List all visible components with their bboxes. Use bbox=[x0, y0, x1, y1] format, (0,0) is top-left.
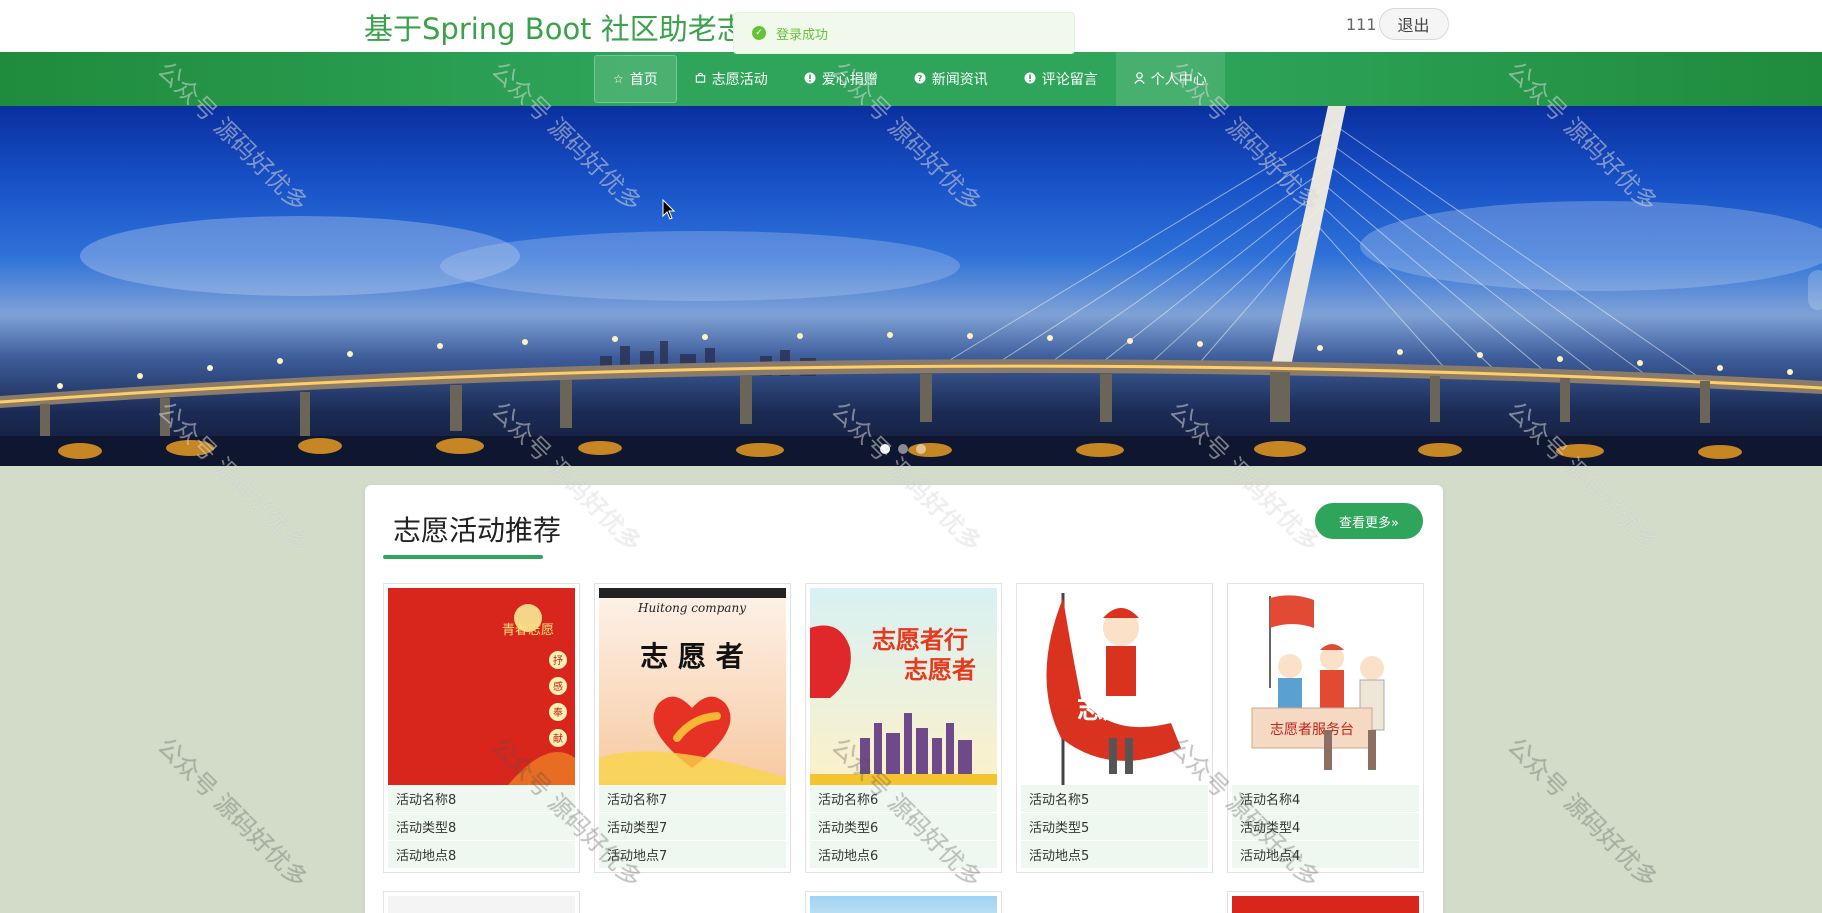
activity-grid-row2 bbox=[383, 891, 1424, 913]
view-more-button[interactable]: 查看更多» bbox=[1315, 503, 1423, 539]
username: 111 bbox=[1346, 14, 1377, 34]
poster-line2: 志愿者 bbox=[904, 656, 976, 684]
nav-item-news[interactable]: ? 新闻资讯 bbox=[896, 55, 1006, 103]
svg-text:奉: 奉 bbox=[553, 706, 563, 719]
logout-button[interactable]: 退出 bbox=[1378, 8, 1449, 40]
banner-image bbox=[0, 106, 1822, 466]
activity-type: 活动类型5 bbox=[1021, 813, 1208, 841]
user-icon bbox=[1134, 71, 1145, 87]
nav-item-comments[interactable]: 评论留言 bbox=[1006, 55, 1116, 103]
activity-poster-image bbox=[1232, 896, 1419, 913]
watermark-text: 公众号 源码好优多 bbox=[1501, 732, 1663, 894]
section-title: 志愿活动推荐 bbox=[393, 514, 562, 547]
banner-pagination bbox=[880, 444, 926, 454]
activity-poster-image: 青春志愿 抒 感 奉 献 bbox=[388, 588, 575, 785]
hero-banner[interactable] bbox=[0, 106, 1822, 466]
activity-poster-image: 志愿者 bbox=[1021, 588, 1208, 785]
poster-line1: 志愿者行 bbox=[872, 626, 968, 654]
activity-card[interactable]: 志愿者行 志愿者 活动名称6 活动类型6 活动地点6 bbox=[805, 583, 1002, 873]
activity-name: 活动名称4 bbox=[1232, 785, 1419, 813]
activity-type: 活动类型8 bbox=[388, 813, 575, 841]
nav-item-personal-center[interactable]: 个人中心 bbox=[1115, 52, 1225, 106]
activity-location: 活动地点4 bbox=[1232, 841, 1419, 869]
svg-text:?: ? bbox=[917, 74, 922, 83]
activity-grid: 青春志愿 抒 感 奉 献 活动名称8 活动类型8 活动地点8 Huitong c… bbox=[383, 583, 1424, 873]
banner-dot[interactable] bbox=[880, 444, 890, 454]
activity-name: 活动名称7 bbox=[599, 785, 786, 813]
toast-message: 登录成功 bbox=[776, 27, 829, 43]
activity-card[interactable]: 青春志愿 抒 感 奉 献 活动名称8 活动类型8 活动地点8 bbox=[383, 583, 580, 873]
activity-card[interactable] bbox=[1227, 891, 1424, 913]
activity-poster-image bbox=[810, 896, 997, 913]
nav-item-label: 爱心捐赠 bbox=[821, 72, 878, 88]
nav-item-label: 新闻资讯 bbox=[931, 72, 988, 88]
info-icon bbox=[804, 72, 816, 87]
activity-card[interactable] bbox=[594, 891, 791, 913]
question-icon: ? bbox=[914, 72, 926, 87]
activity-card[interactable]: 志愿者 活动名称5 活动类型5 活动地点5 bbox=[1016, 583, 1213, 873]
banner-side-handle[interactable] bbox=[1808, 270, 1822, 310]
activity-name: 活动名称8 bbox=[388, 785, 575, 813]
svg-text:献: 献 bbox=[553, 732, 563, 745]
svg-text:感: 感 bbox=[553, 680, 563, 693]
nav-item-label: 个人中心 bbox=[1150, 72, 1207, 88]
banner-dot[interactable] bbox=[898, 444, 908, 454]
login-success-toast: ✓ 登录成功 bbox=[733, 12, 1075, 54]
poster-company: Huitong company bbox=[637, 601, 746, 615]
activity-name: 活动名称5 bbox=[1021, 785, 1208, 813]
activity-card[interactable]: Huitong company 志 愿 者 活动名称7 活动类型7 活动地点7 bbox=[594, 583, 791, 873]
activity-poster-image: Huitong company 志 愿 者 bbox=[599, 588, 786, 785]
nav-item-home[interactable]: ☆ 首页 bbox=[594, 55, 677, 103]
activity-poster-image: 志愿者行 志愿者 bbox=[810, 588, 997, 785]
check-circle-icon: ✓ bbox=[752, 26, 766, 40]
activity-name: 活动名称6 bbox=[810, 785, 997, 813]
activity-type: 活动类型4 bbox=[1232, 813, 1419, 841]
star-icon: ☆ bbox=[613, 72, 624, 86]
activity-location: 活动地点7 bbox=[599, 841, 786, 869]
poster-desk-sign: 志愿者服务台 bbox=[1270, 722, 1354, 738]
volunteer-recommend-section: 志愿活动推荐 查看更多» 青春志愿 抒 感 奉 献 活动名称8 活动类型8 活动… bbox=[365, 485, 1443, 913]
activity-type: 活动类型7 bbox=[599, 813, 786, 841]
nav-item-label: 评论留言 bbox=[1041, 72, 1098, 88]
site-title: 基于Spring Boot 社区助老志愿 bbox=[364, 12, 775, 46]
main-navbar: ☆ 首页 志愿活动 爱心捐赠 ? 新闻资讯 评论留言 个人中心 bbox=[0, 52, 1822, 106]
nav-item-donations[interactable]: 爱心捐赠 bbox=[786, 55, 896, 103]
nav-item-label: 首页 bbox=[629, 72, 658, 88]
svg-text:抒: 抒 bbox=[553, 654, 563, 667]
banner-dot[interactable] bbox=[916, 444, 926, 454]
activity-card[interactable]: 志愿者服务台 活动名称4 活动类型4 活动地点4 bbox=[1227, 583, 1424, 873]
activity-location: 活动地点5 bbox=[1021, 841, 1208, 869]
activity-location: 活动地点6 bbox=[810, 841, 997, 869]
activity-card[interactable] bbox=[383, 891, 580, 913]
poster-badge-text: 青春志愿 bbox=[502, 623, 554, 638]
activity-poster-image: 志愿者服务台 bbox=[1232, 588, 1419, 785]
watermark-text: 公众号 源码好优多 bbox=[151, 732, 313, 894]
poster-title: 志愿者 bbox=[1077, 695, 1155, 725]
poster-title: 志 愿 者 bbox=[640, 640, 744, 673]
info-icon bbox=[1024, 72, 1036, 87]
user-area: 111 退出 bbox=[1346, 8, 1449, 40]
activity-poster-image bbox=[388, 896, 575, 913]
activity-location: 活动地点8 bbox=[388, 841, 575, 869]
mouse-cursor-icon bbox=[662, 199, 676, 220]
nav-item-label: 志愿活动 bbox=[711, 72, 768, 88]
bag-icon bbox=[695, 72, 706, 86]
activity-card[interactable] bbox=[1016, 891, 1213, 913]
activity-type: 活动类型6 bbox=[810, 813, 997, 841]
activity-card[interactable] bbox=[805, 891, 1002, 913]
nav-item-volunteer-activities[interactable]: 志愿活动 bbox=[677, 55, 786, 103]
section-underline bbox=[383, 555, 543, 559]
